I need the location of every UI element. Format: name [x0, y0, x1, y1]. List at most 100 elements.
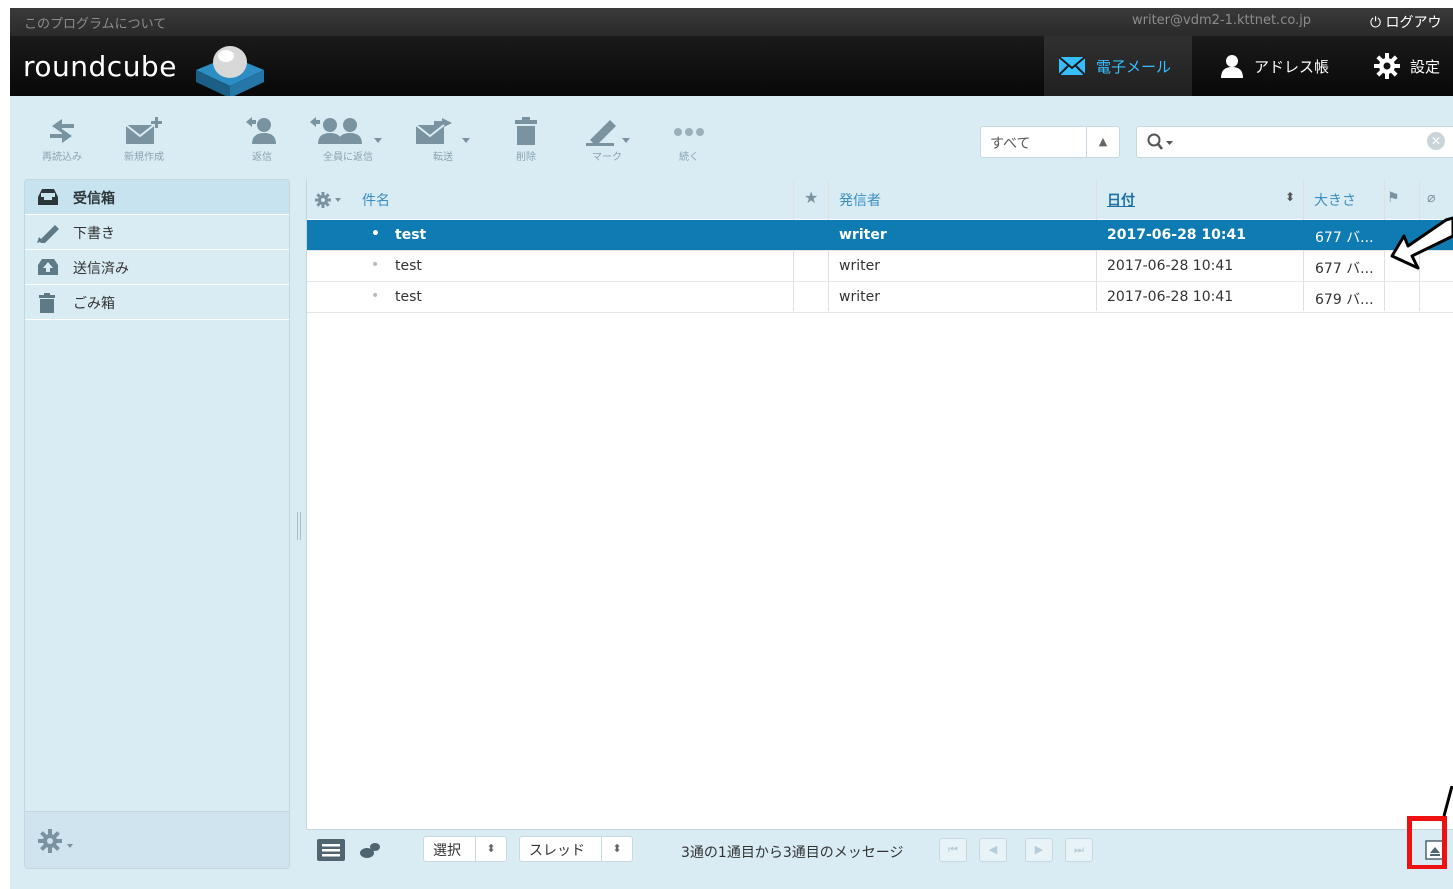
forward-label: 転送	[433, 152, 453, 163]
trash-icon	[39, 293, 55, 313]
updown-arrows-icon: ▲	[1086, 127, 1119, 157]
pencil-icon	[37, 225, 59, 243]
row-subject: test	[395, 258, 422, 274]
tab-addressbook[interactable]: アドレス帳	[1206, 36, 1329, 96]
next-page-icon[interactable]: ▶	[1025, 838, 1053, 862]
marker-icon	[586, 120, 630, 146]
row-from: writer	[839, 289, 880, 305]
forward-button[interactable]: 転送	[412, 116, 474, 163]
annotation-arrow-icon	[1390, 216, 1453, 270]
more-label: 続く	[679, 152, 699, 163]
updown-arrows-icon: ⬍	[601, 837, 632, 861]
filter-select[interactable]: すべて ▲	[980, 126, 1120, 158]
last-page-icon[interactable]: ⏭	[1065, 838, 1093, 862]
refresh-button[interactable]: 再読込み	[34, 116, 90, 163]
row-from: writer	[839, 227, 887, 243]
power-icon: ⏻	[1370, 15, 1382, 31]
table-row[interactable]: • test writer 2017-06-28 10:41 679 バ...	[307, 282, 1453, 313]
header: roundcube 電子メール アドレス帳 設定	[10, 36, 1453, 98]
tab-mail[interactable]: 電子メール	[1044, 36, 1192, 96]
folder-sent[interactable]: 送信済み	[25, 250, 289, 285]
search-input[interactable]	[1177, 131, 1431, 153]
inbox-icon	[38, 189, 58, 205]
thread-view-icon[interactable]	[358, 840, 382, 860]
message-count: 3通の1通目から3通目のメッセージ	[681, 845, 904, 861]
updown-arrows-icon: ⬍	[475, 837, 506, 861]
column-size[interactable]: 大きさ	[1314, 190, 1356, 210]
column-date[interactable]: 日付	[1107, 190, 1135, 210]
compose-icon	[125, 117, 162, 144]
about-link[interactable]: このプログラムについて	[24, 13, 166, 32]
folder-footer	[25, 811, 289, 868]
row-size: 677 バ...	[1315, 261, 1374, 277]
forward-icon	[415, 118, 470, 144]
table-row[interactable]: • test writer 2017-06-28 10:41 677 バ...	[307, 251, 1453, 282]
reply-icon	[246, 117, 276, 144]
message-list: 件名 ★ 発信者 日付 ⬍ 大きさ ⚑ ⌀ • test writer 2017…	[306, 179, 1453, 869]
column-attachment-icon[interactable]: ⌀	[1427, 190, 1435, 206]
column-subject[interactable]: 件名	[362, 190, 390, 210]
roundcube-logo-icon	[196, 46, 264, 98]
clear-search-icon[interactable]: ✕	[1427, 132, 1445, 150]
row-subject: test	[395, 289, 422, 305]
row-from: writer	[839, 258, 880, 274]
reply-button[interactable]: 返信	[236, 116, 288, 163]
select-dropdown[interactable]: 選択 ⬍	[423, 836, 507, 862]
mark-button[interactable]: マーク	[578, 116, 636, 163]
table-row[interactable]: • test writer 2017-06-28 10:41 677 バ...	[307, 220, 1453, 251]
folder-label: 受信箱	[73, 191, 115, 207]
more-icon	[674, 128, 704, 136]
list-options-gear-icon[interactable]	[315, 192, 347, 208]
tab-mail-label: 電子メール	[1096, 57, 1172, 76]
column-from[interactable]: 発信者	[839, 190, 881, 210]
reply-all-icon	[310, 117, 382, 144]
select-label: 選択	[433, 843, 461, 859]
more-button[interactable]: 続く	[664, 116, 714, 163]
compose-label: 新規作成	[124, 152, 164, 163]
username: writer@vdm2-1.kttnet.co.jp	[1132, 13, 1312, 28]
folder-drafts[interactable]: 下書き	[25, 215, 289, 250]
folder-label: 下書き	[73, 226, 115, 242]
unread-dot-icon: •	[371, 226, 380, 242]
mark-label: マーク	[592, 152, 622, 163]
gear-icon	[1374, 53, 1400, 79]
folder-inbox[interactable]: 受信箱	[25, 180, 289, 215]
status-dot-icon: •	[371, 288, 380, 304]
delete-button[interactable]: 削除	[506, 116, 546, 163]
reply-label: 返信	[252, 152, 272, 163]
search-icon[interactable]	[1147, 133, 1175, 151]
row-subject: test	[395, 227, 427, 243]
column-flagged-star-icon[interactable]: ★	[804, 188, 818, 207]
top-bar: このプログラムについて writer@vdm2-1.kttnet.co.jp ⏻…	[10, 8, 1453, 51]
sent-icon	[38, 259, 58, 275]
prev-page-icon[interactable]: ◀	[979, 838, 1007, 862]
threads-dropdown[interactable]: スレッド ⬍	[519, 836, 633, 862]
row-date: 2017-06-28 10:41	[1107, 258, 1234, 274]
list-header: 件名 ★ 発信者 日付 ⬍ 大きさ ⚑ ⌀	[307, 179, 1453, 219]
folder-trash[interactable]: ごみ箱	[25, 285, 289, 320]
column-flag-icon[interactable]: ⚑	[1387, 190, 1400, 206]
reply-all-label: 全員に返信	[323, 152, 373, 163]
refresh-label: 再読込み	[42, 152, 82, 163]
delete-label: 削除	[516, 152, 536, 163]
row-date: 2017-06-28 10:41	[1107, 289, 1234, 305]
tab-settings[interactable]: 設定	[1360, 36, 1440, 96]
reply-all-button[interactable]: 全員に返信	[306, 116, 390, 163]
pane-splitter[interactable]	[296, 512, 302, 540]
highlight-box	[1407, 816, 1447, 870]
sort-arrows-icon: ⬍	[1285, 190, 1296, 204]
folder-list: 受信箱 下書き 送信済み ごみ箱	[24, 179, 290, 869]
row-size: 677 バ...	[1315, 230, 1374, 246]
bottom-strip	[10, 869, 1453, 889]
first-page-icon[interactable]: ⏮	[939, 838, 967, 862]
folder-actions-gear-icon[interactable]	[37, 828, 77, 854]
logo[interactable]: roundcube	[23, 50, 177, 83]
trash-icon	[515, 117, 537, 145]
person-icon	[1221, 55, 1243, 78]
row-size: 679 バ...	[1315, 292, 1374, 308]
refresh-icon	[50, 119, 74, 143]
filter-value: すべて	[990, 136, 1031, 152]
compose-button[interactable]: 新規作成	[112, 116, 176, 163]
list-view-icon[interactable]	[316, 838, 346, 862]
search-box[interactable]: ✕	[1136, 126, 1453, 158]
